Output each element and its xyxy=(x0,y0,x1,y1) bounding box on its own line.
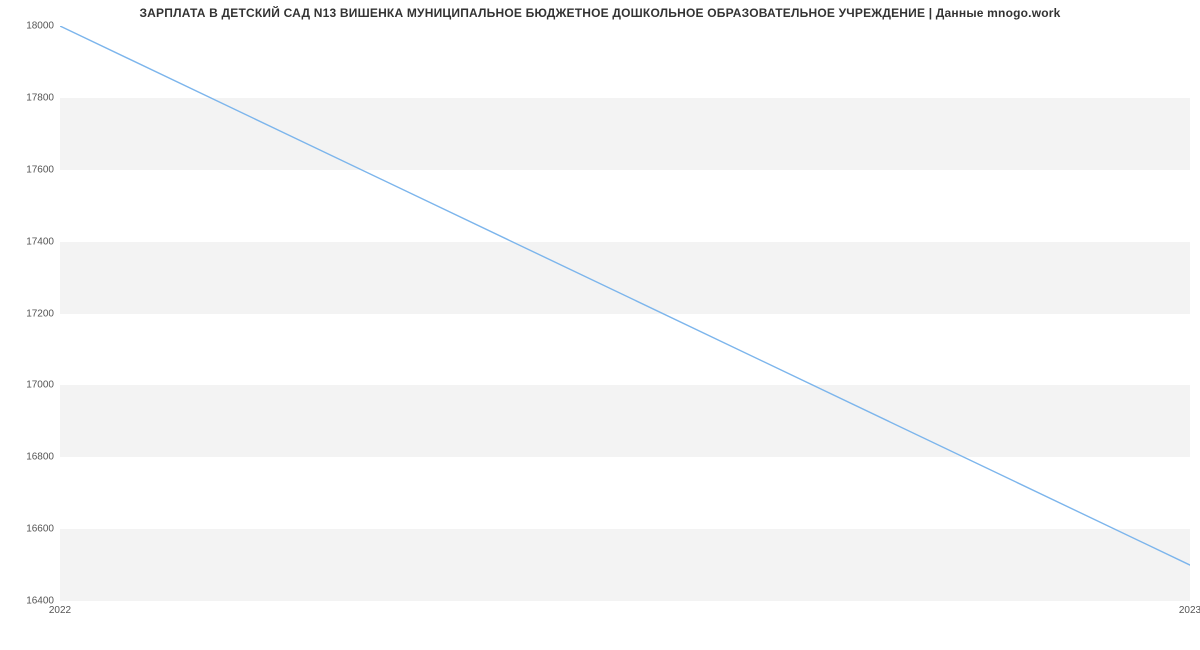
y-tick-label: 16800 xyxy=(4,452,54,463)
y-tick-label: 17200 xyxy=(4,308,54,319)
y-tick-label: 18000 xyxy=(4,21,54,32)
y-tick-label: 17400 xyxy=(4,236,54,247)
chart-container: ЗАРПЛАТА В ДЕТСКИЙ САД N13 ВИШЕНКА МУНИЦ… xyxy=(0,0,1200,650)
series-line xyxy=(60,26,1190,565)
chart-title: ЗАРПЛАТА В ДЕТСКИЙ САД N13 ВИШЕНКА МУНИЦ… xyxy=(0,6,1200,20)
y-tick-label: 17000 xyxy=(4,380,54,391)
y-tick-label: 17800 xyxy=(4,92,54,103)
y-tick-label: 16600 xyxy=(4,524,54,535)
y-tick-label: 17600 xyxy=(4,164,54,175)
y-tick-label: 16400 xyxy=(4,596,54,607)
x-tick-label: 2022 xyxy=(49,605,71,616)
x-tick-label: 2023 xyxy=(1179,605,1200,616)
line-layer xyxy=(60,26,1190,601)
plot-area xyxy=(60,26,1190,601)
